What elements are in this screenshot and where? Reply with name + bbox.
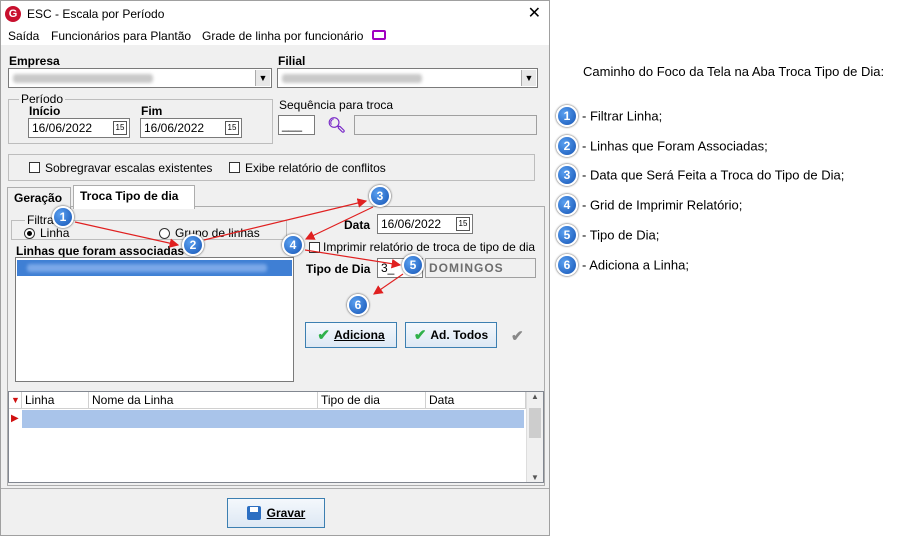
legend-marker-5: 5 — [556, 224, 578, 246]
legend-item-5: 5- Tipo de Dia; — [556, 224, 659, 246]
legend-item-2: 2- Linhas que Foram Associadas; — [556, 135, 768, 157]
legend-marker-1: 1 — [556, 105, 578, 127]
legend-text-6: - Adiciona a Linha; — [582, 257, 689, 273]
legend-item-1: 1- Filtrar Linha; — [556, 105, 662, 127]
legend-item-3: 3- Data que Será Feita a Troca do Tipo d… — [556, 164, 844, 186]
step-marker-4: 4 — [282, 234, 304, 256]
legend-title: Caminho do Foco da Tela na Aba Troca Tip… — [583, 64, 885, 79]
arrow-5-to-6 — [373, 273, 404, 295]
annotation-arrows — [74, 198, 404, 295]
legend-marker-3: 3 — [556, 164, 578, 186]
legend-text-3: - Data que Será Feita a Troca do Tipo de… — [582, 167, 845, 183]
legend-text-5: - Tipo de Dia; — [582, 227, 660, 243]
step-marker-2: 2 — [182, 234, 204, 256]
arrow-3-to-4 — [304, 206, 374, 240]
legend-item-6: 6- Adiciona a Linha; — [556, 254, 689, 276]
legend-marker-4: 4 — [556, 194, 578, 216]
step-marker-6: 6 — [347, 294, 369, 316]
legend-text-1: - Filtrar Linha; — [582, 108, 663, 124]
legend-marker-2: 2 — [556, 135, 578, 157]
legend-text-2: - Linhas que Foram Associadas; — [582, 138, 768, 154]
step-marker-1: 1 — [52, 206, 74, 228]
legend-marker-6: 6 — [556, 254, 578, 276]
legend-text-4: - Grid de Imprimir Relatório; — [582, 197, 743, 213]
arrow-4-to-5 — [304, 249, 402, 269]
step-marker-5: 5 — [402, 254, 424, 276]
arrow-1-to-2 — [74, 221, 180, 248]
legend-item-4: 4- Grid de Imprimir Relatório; — [556, 194, 742, 216]
step-marker-3: 3 — [369, 185, 391, 207]
arrow-2-to-3 — [203, 198, 368, 241]
